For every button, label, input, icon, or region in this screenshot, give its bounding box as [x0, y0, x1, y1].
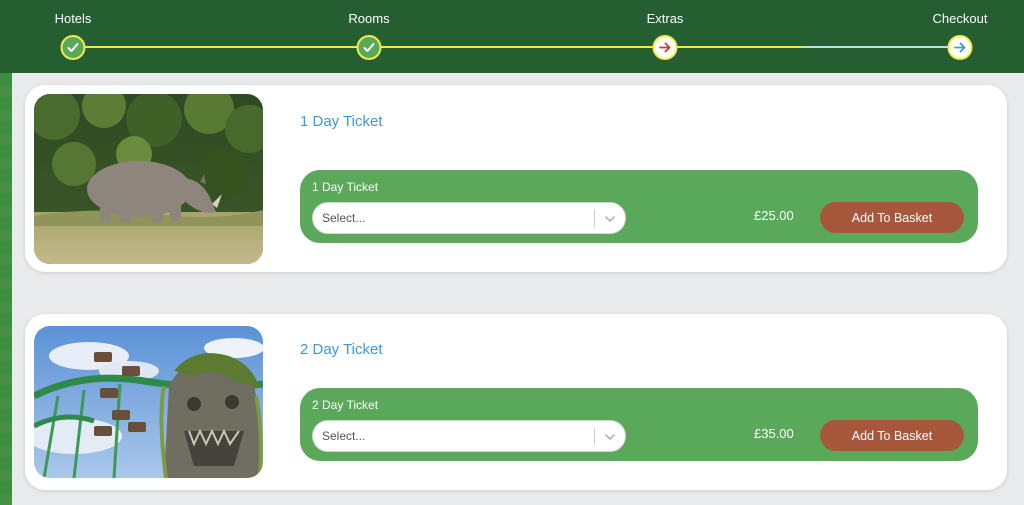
step-label-extras: Extras [646, 11, 684, 26]
add-to-basket-button[interactable]: Add To Basket [820, 420, 964, 451]
ticket-option-panel: 1 Day Ticket Select... £25.00 Add To Bas… [300, 170, 978, 243]
option-label: 2 Day Ticket [312, 398, 379, 412]
rollercoaster-photo [34, 326, 263, 478]
step-hotels[interactable] [60, 35, 86, 60]
chevron-down-icon[interactable] [603, 212, 617, 226]
ticket-price: £35.00 [754, 426, 794, 441]
select-divider [594, 428, 595, 445]
page-edge-decoration [0, 73, 12, 505]
arrow-right-red-icon [659, 41, 672, 54]
step-label-checkout: Checkout [932, 11, 988, 26]
checkout-progress-bar: Hotels Rooms Extras Checkout [0, 0, 1024, 73]
step-label-hotels: Hotels [54, 11, 92, 26]
ticket-card: 1 Day Ticket 1 Day Ticket Select... £25.… [25, 85, 1007, 272]
check-icon [363, 41, 376, 54]
rhinoceros-photo [34, 94, 263, 264]
arrow-right-blue-icon [954, 41, 967, 54]
select-placeholder: Select... [322, 211, 366, 225]
chevron-down-icon[interactable] [603, 430, 617, 444]
ticket-option-panel: 2 Day Ticket Select... £35.00 Add To Bas… [300, 388, 978, 461]
ticket-date-select[interactable]: Select... [312, 420, 626, 452]
check-icon [67, 41, 80, 54]
ticket-date-select[interactable]: Select... [312, 202, 626, 234]
step-checkout[interactable] [947, 35, 973, 60]
step-label-rooms: Rooms [348, 11, 390, 26]
progress-track-todo [665, 46, 960, 48]
option-label: 1 Day Ticket [312, 180, 379, 194]
select-placeholder: Select... [322, 429, 366, 443]
ticket-card: 2 Day Ticket 2 Day Ticket Select... £35.… [25, 314, 1007, 490]
step-extras[interactable] [652, 35, 678, 60]
select-divider [594, 210, 595, 227]
ticket-title: 1 Day Ticket [300, 113, 383, 130]
ticket-price: £25.00 [754, 208, 794, 223]
ticket-title: 2 Day Ticket [300, 341, 383, 358]
step-rooms[interactable] [356, 35, 382, 60]
add-to-basket-button[interactable]: Add To Basket [820, 202, 964, 233]
